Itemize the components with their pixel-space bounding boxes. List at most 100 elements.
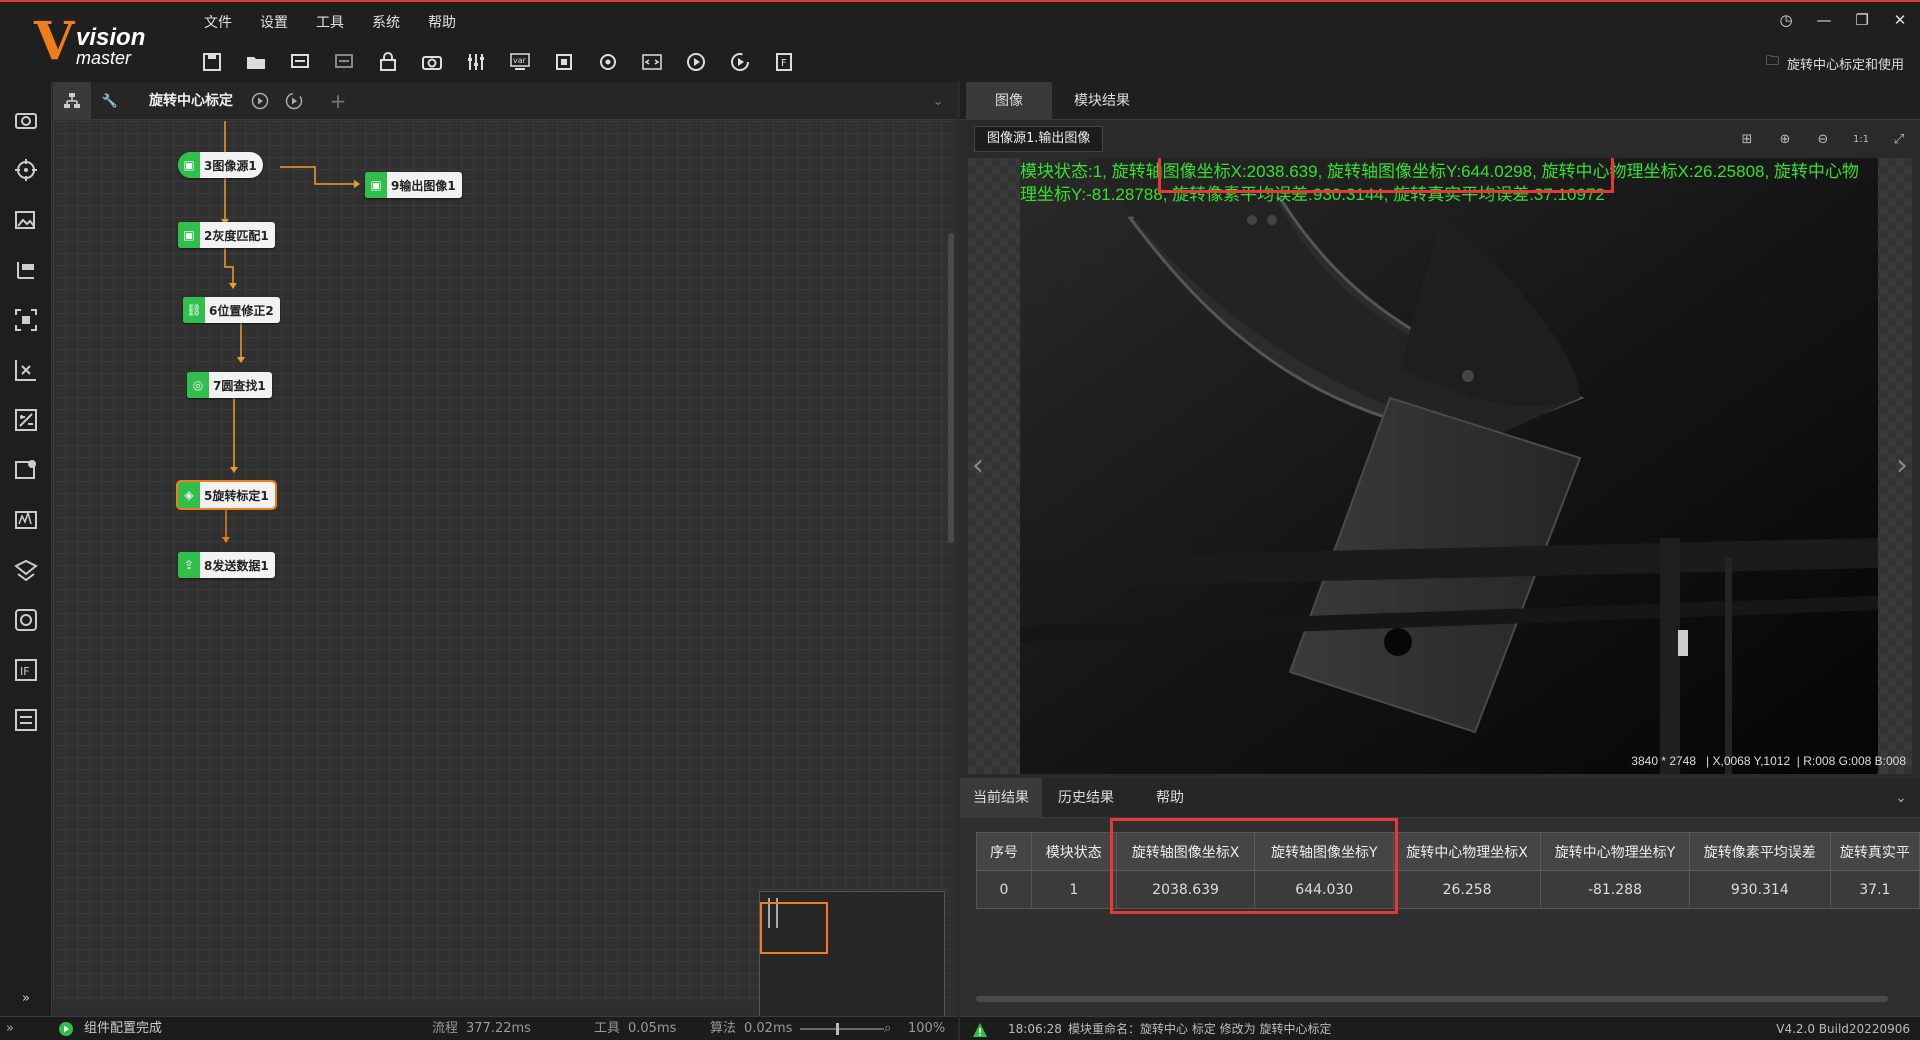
minimize-icon[interactable]: —: [1814, 10, 1834, 30]
flow-canvas[interactable]: ▣ 3图像源1 ▣ 9输出图像1 ▣ 2灰度匹配1 ⛓ 6位置修正2 ◎ 7圆查…: [53, 121, 954, 1040]
flow-node-image-source[interactable]: ▣ 3图像源1: [178, 152, 263, 178]
flow-vertical-scrollbar[interactable]: [948, 233, 954, 543]
image-source-icon[interactable]: [10, 104, 42, 136]
lock-icon[interactable]: [366, 48, 410, 76]
run-loop-icon[interactable]: [718, 48, 762, 76]
deep-learning-icon[interactable]: [10, 504, 42, 536]
chevron-down-icon[interactable]: ⌄: [925, 82, 951, 120]
communication-tool-icon[interactable]: [10, 704, 42, 736]
col-header[interactable]: 旋转中心物理坐标Y: [1540, 832, 1690, 871]
flow-tree-icon[interactable]: [53, 82, 91, 120]
image-processing-icon[interactable]: [10, 204, 42, 236]
cursor-position: X,0068 Y,1012: [1712, 754, 1791, 768]
color-icon[interactable]: [10, 454, 42, 486]
col-header[interactable]: 序号: [976, 832, 1032, 871]
global-variable-icon[interactable]: var: [498, 48, 542, 76]
contrast-icon[interactable]: [10, 404, 42, 436]
table-cell: 37.1: [1829, 870, 1920, 909]
highlight-box-overlay: [1158, 158, 1614, 193]
fit-window-icon[interactable]: ⤢: [1888, 128, 1910, 150]
expand-icon[interactable]: »: [16, 982, 36, 1014]
flow-title[interactable]: 旋转中心标定: [149, 82, 233, 120]
restore-icon[interactable]: ❐: [1852, 10, 1872, 30]
menu-settings[interactable]: 设置: [246, 12, 302, 34]
send-icon: ⇪: [178, 552, 200, 578]
flow-node-rotation-calibration[interactable]: ◈ 5旋转标定1: [176, 480, 277, 510]
link-icon: ⛓: [183, 297, 205, 323]
tab-image[interactable]: 图像: [966, 82, 1052, 120]
zoom-search-icon[interactable]: ⌕: [884, 1017, 891, 1040]
menu-system[interactable]: 系统: [358, 12, 414, 34]
calibration-icon[interactable]: [10, 354, 42, 386]
result-overlay-text: 模块状态:1, 旋转轴图像坐标X:2038.639, 旋转轴图像坐标Y:644.…: [1020, 158, 1880, 206]
measurement-icon[interactable]: [10, 254, 42, 286]
flow-time: 377.22ms: [466, 1021, 531, 1036]
log-message: 模块重命名：旋转中心 标定 修改为 旋转中心标定: [1068, 1022, 1332, 1036]
run-flow-icon[interactable]: [247, 82, 273, 120]
image-view[interactable]: 模块状态:1, 旋转轴图像坐标X:2038.639, 旋转轴图像坐标Y:644.…: [968, 158, 1912, 774]
if-icon[interactable]: IF: [10, 654, 42, 686]
tool-sidebar: IF »: [0, 82, 52, 1016]
results-horizontal-scrollbar[interactable]: [976, 996, 1888, 1002]
next-image-icon[interactable]: ›: [1896, 448, 1908, 483]
add-flow-icon[interactable]: +: [325, 82, 351, 120]
prev-image-icon[interactable]: ‹: [972, 448, 984, 483]
wrench-icon[interactable]: 🔧: [93, 82, 127, 120]
import-icon[interactable]: [322, 48, 366, 76]
flow-node-gray-match[interactable]: ▣ 2灰度匹配1: [178, 222, 275, 248]
status-ok-icon: [58, 1017, 74, 1040]
client-icon[interactable]: F: [762, 48, 806, 76]
roi-icon[interactable]: [10, 304, 42, 336]
image-source-selector[interactable]: 图像源1.输出图像: [974, 126, 1104, 152]
defect-icon[interactable]: [10, 554, 42, 586]
close-icon[interactable]: ✕: [1890, 10, 1910, 30]
code-icon[interactable]: [630, 48, 674, 76]
open-icon[interactable]: [234, 48, 278, 76]
menu-tools[interactable]: 工具: [302, 12, 358, 34]
col-header[interactable]: 旋转中心物理坐标X: [1393, 832, 1542, 871]
status-bar-left: » 组件配置完成 流程 377.22ms 工具 0.05ms 算法 0.02ms…: [0, 1016, 958, 1040]
app-logo: V vision master: [34, 11, 146, 72]
controller-icon[interactable]: [454, 48, 498, 76]
communication-icon[interactable]: [542, 48, 586, 76]
zoom-out-icon[interactable]: ⊖: [1812, 128, 1834, 150]
flow-node-circle-find[interactable]: ◎ 7圆查找1: [187, 372, 272, 398]
zoom-slider-thumb[interactable]: [836, 1023, 839, 1035]
col-header[interactable]: 旋转像素平均误差: [1688, 832, 1831, 871]
highlight-box-table: [1110, 818, 1398, 914]
results-panel: 当前结果 历史结果 帮助 ⌄ 序号 模块状态 旋转轴图像坐标X 旋转轴图像坐标Y…: [960, 778, 1920, 1016]
grid-icon[interactable]: ⊞: [1736, 128, 1758, 150]
image-info: 3840 * 2748 | X,0068 Y,1012 | R:008 G:00…: [1631, 754, 1906, 768]
flow-node-output-image[interactable]: ▣ 9输出图像1: [365, 172, 462, 198]
col-header[interactable]: 旋转真实平: [1829, 832, 1920, 871]
flow-node-position-fix[interactable]: ⛓ 6位置修正2: [183, 297, 280, 323]
camera-icon[interactable]: [410, 48, 454, 76]
tab-module-result[interactable]: 模块结果: [1052, 82, 1152, 120]
menu-file[interactable]: 文件: [190, 12, 246, 34]
table-cell: 26.258: [1393, 870, 1542, 909]
save-icon[interactable]: [190, 48, 234, 76]
flow-node-send-data[interactable]: ⇪ 8发送数据1: [178, 552, 275, 578]
tool-time: 0.05ms: [628, 1021, 677, 1036]
col-header[interactable]: 模块状态: [1030, 832, 1117, 871]
global-script-icon[interactable]: [586, 48, 630, 76]
run-once-icon[interactable]: [674, 48, 718, 76]
image-size: 3840 * 2748: [1631, 754, 1697, 768]
zoom-slider[interactable]: [800, 1028, 884, 1030]
menu-help[interactable]: 帮助: [414, 12, 470, 34]
solution-name[interactable]: 🗀 旋转中心标定和使用: [1766, 52, 1904, 74]
image-toolbar: ⊞ ⊕ ⊖ 1:1 ⤢: [1736, 128, 1910, 150]
save-as-icon[interactable]: [278, 48, 322, 76]
positioning-icon[interactable]: [10, 154, 42, 186]
title-bar: V vision master 文件 设置 工具 系统 帮助 var F ◷ —…: [0, 0, 1920, 82]
clock-icon[interactable]: ◷: [1776, 10, 1796, 30]
svg-text:F: F: [781, 58, 787, 69]
expand-double-chevron-icon[interactable]: »: [6, 1017, 14, 1040]
logic-icon[interactable]: [10, 604, 42, 636]
image-icon: ▣: [178, 152, 200, 178]
actual-size-icon[interactable]: 1:1: [1850, 128, 1872, 150]
loop-flow-icon[interactable]: [281, 82, 307, 120]
image-panel: 图像 模块结果 图像源1.输出图像 ⊞ ⊕ ⊖ 1:1 ⤢ 模块状态:1, 旋转…: [960, 82, 1920, 776]
zoom-in-icon[interactable]: ⊕: [1774, 128, 1796, 150]
minimap-viewport[interactable]: [760, 902, 828, 954]
